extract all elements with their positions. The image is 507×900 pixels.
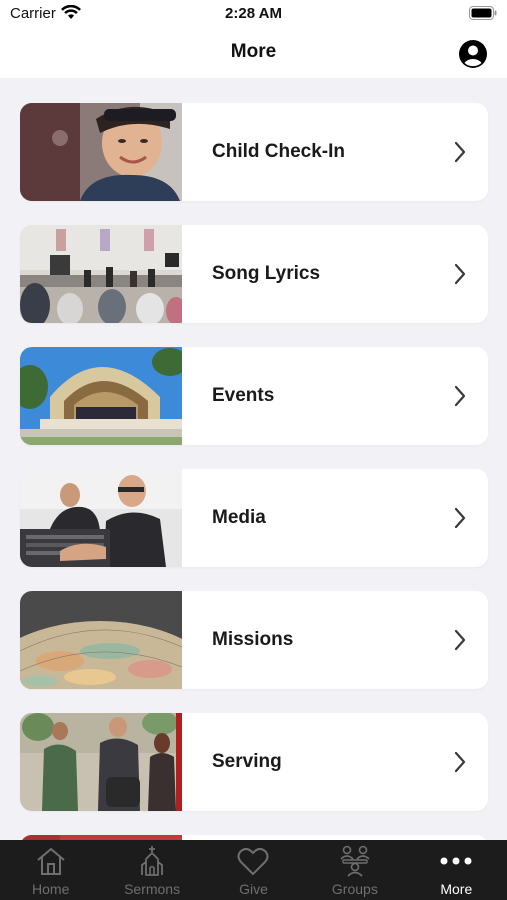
tab-label: More [440, 881, 473, 897]
tab-label: Groups [331, 881, 378, 897]
status-time: 2:28 AM [225, 5, 282, 22]
chevron-right-icon [454, 629, 466, 656]
menu-item-label: Child Check-In [212, 141, 346, 162]
menu-item-media[interactable]: Media [20, 469, 488, 567]
menu-item-label: Missions [212, 629, 294, 650]
heart-icon [203, 844, 304, 878]
menu-item-label: Media [212, 507, 266, 528]
battery-icon [469, 6, 497, 25]
chevron-right-icon [454, 385, 466, 412]
menu-item-label: Events [212, 385, 275, 406]
home-icon [0, 844, 101, 878]
tab-sermons[interactable]: Sermons [101, 840, 202, 900]
child-photo-thumbnail [20, 103, 182, 201]
tab-label: Home [32, 881, 70, 897]
church-icon [101, 844, 202, 878]
person-circle-icon [459, 40, 487, 68]
bandshell-photo-thumbnail [20, 347, 182, 445]
menu-item-child-check-in[interactable]: Child Check-In [20, 103, 488, 201]
sound-booth-photo-thumbnail [20, 469, 182, 567]
menu-item-label: Serving [212, 751, 282, 772]
tab-label: Sermons [124, 881, 181, 897]
tab-home[interactable]: Home [0, 840, 101, 900]
globe-photo-thumbnail [20, 591, 182, 689]
tab-give[interactable]: Give [203, 840, 304, 900]
nav-header: More [0, 30, 507, 78]
menu-item-label: Song Lyrics [212, 263, 321, 284]
tab-bar: Home Sermons Give Groups More [0, 840, 507, 900]
worship-band-photo-thumbnail [20, 225, 182, 323]
groups-icon [304, 844, 405, 878]
chevron-right-icon [454, 263, 466, 290]
more-menu-list: Child Check-In Song Lyrics Events Media … [0, 78, 507, 840]
volunteers-photo-thumbnail [20, 713, 182, 811]
tab-label: Give [239, 881, 268, 897]
tab-more[interactable]: More [406, 840, 507, 900]
menu-item-song-lyrics[interactable]: Song Lyrics [20, 225, 488, 323]
more-dots-icon [406, 844, 507, 878]
chevron-right-icon [454, 141, 466, 168]
menu-item-missions[interactable]: Missions [20, 591, 488, 689]
chevron-right-icon [454, 507, 466, 534]
tab-groups[interactable]: Groups [304, 840, 405, 900]
status-bar: Carrier 2:28 AM [0, 0, 507, 30]
profile-button[interactable] [459, 40, 487, 68]
chevron-right-icon [454, 751, 466, 778]
menu-item-serving[interactable]: Serving [20, 713, 488, 811]
page-title: More [230, 41, 277, 62]
menu-item-events[interactable]: Events [20, 347, 488, 445]
